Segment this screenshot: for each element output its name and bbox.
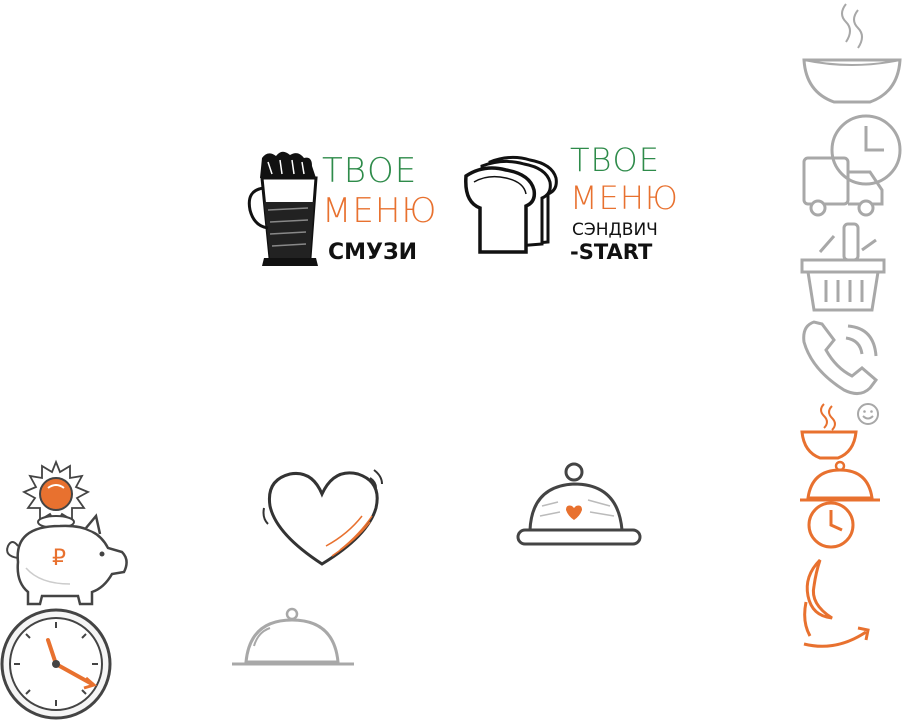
- sandwich-bread-icon: [464, 155, 558, 254]
- piggy-bank-illustration: ₽: [0, 459, 132, 606]
- logo-word-menu: МЕНЮ: [570, 179, 679, 217]
- logo-sandwich: ТВОЕ МЕНЮ СЭНДВИЧ -START: [460, 140, 678, 270]
- heart-icon: [262, 469, 383, 566]
- delivery-truck-icon: [802, 156, 884, 217]
- shopping-basket-icon: [800, 222, 886, 312]
- logo-tagline-line2: -START: [570, 240, 653, 264]
- logo-tagline: СМУЗИ: [328, 240, 418, 265]
- arrow-icon: [803, 558, 870, 648]
- smile-icon: [857, 403, 879, 425]
- clock-icon: [0, 608, 112, 720]
- logo-word-tvoe: ТВОЕ: [570, 141, 660, 179]
- soup-bowl-icon: [802, 3, 902, 104]
- ruble-symbol: ₽: [52, 546, 66, 571]
- cloche-icon: [232, 607, 354, 666]
- phone-icon: [802, 320, 879, 395]
- hot-bowl-icon: [800, 403, 858, 460]
- logo-word-menu: МЕНЮ: [322, 191, 438, 231]
- piggy-bank-icon: [6, 513, 128, 606]
- smoothie-glass-icon: [247, 151, 318, 266]
- clock-icon: [807, 501, 855, 549]
- cloche-icon: [516, 462, 642, 546]
- logo-tagline-line1: СЭНДВИЧ: [572, 220, 658, 240]
- logo-word-tvoe: ТВОЕ: [322, 151, 418, 191]
- logo-smoothie: ТВОЕ МЕНЮ СМУЗИ: [246, 150, 436, 270]
